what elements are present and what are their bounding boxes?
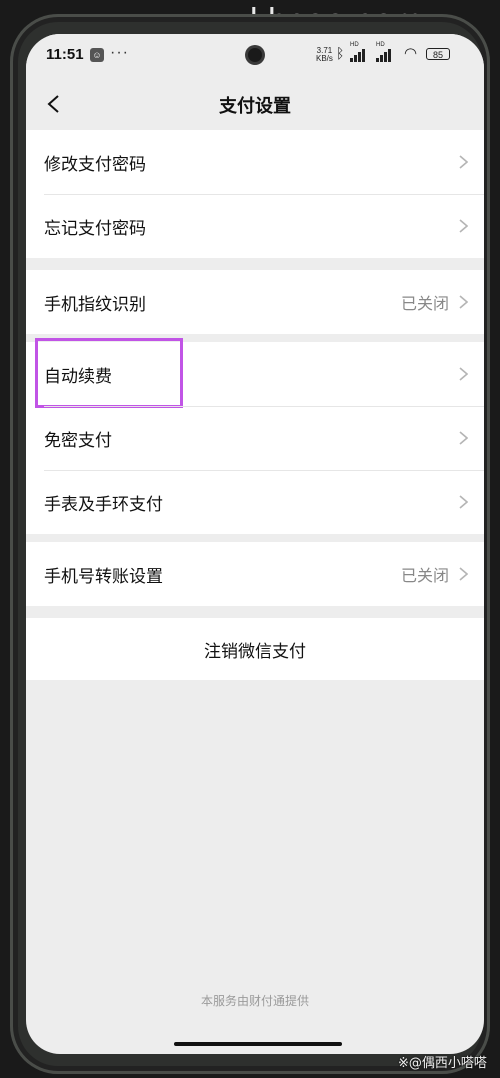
phone-screen: 11:51 ☺ ··· 3.71 KB/s ᛒ HD HD ◠ 85 支付设置 … (26, 34, 484, 1054)
navigation-bar: 支付设置 (26, 78, 484, 130)
settings-item-label: 手机号转账设置 (44, 566, 163, 587)
settings-item-forgot-password[interactable]: 忘记支付密码 (26, 194, 484, 258)
settings-group-transfer: 手机号转账设置 已关闭 (26, 542, 484, 606)
bluetooth-icon: ᛒ (336, 45, 345, 61)
network-speed-unit: KB/s (316, 54, 333, 63)
cancel-wechat-pay-button[interactable]: 注销微信支付 (26, 618, 484, 680)
settings-item-label: 自动续费 (44, 366, 112, 387)
footer-note: 本服务由财付通提供 (200, 994, 309, 1008)
chevron-right-icon (459, 431, 468, 445)
settings-item-label: 忘记支付密码 (44, 218, 146, 239)
chevron-right-icon (459, 567, 468, 581)
chevron-right-icon (459, 367, 468, 381)
settings-item-auto-renewal[interactable]: 自动续费 (26, 338, 484, 408)
home-indicator[interactable] (174, 1042, 342, 1046)
settings-group-fingerprint: 手机指纹识别 已关闭 (26, 270, 484, 334)
author-watermark: ※@偶西小嗒嗒 (398, 1056, 487, 1071)
signal-icon-1: HD (350, 42, 365, 62)
settings-item-fingerprint[interactable]: 手机指纹识别 已关闭 (26, 270, 484, 334)
signal-2-label: HD (376, 42, 385, 48)
status-bar: 11:51 ☺ ··· 3.71 KB/s ᛒ HD HD ◠ 85 (26, 34, 484, 78)
chevron-right-icon (459, 155, 468, 169)
settings-item-label: 手表及手环支付 (44, 494, 163, 515)
chevron-right-icon (459, 495, 468, 509)
settings-item-phone-transfer[interactable]: 手机号转账设置 已关闭 (26, 542, 484, 606)
settings-item-status: 已关闭 (400, 294, 449, 313)
more-notifications-icon: ··· (110, 44, 129, 61)
settings-group-payments: 自动续费 免密支付 手表及手环支付 (26, 338, 484, 534)
wifi-icon: ◠ (404, 45, 418, 62)
settings-item-password-free-payment[interactable]: 免密支付 (26, 406, 484, 470)
settings-item-status: 已关闭 (400, 566, 449, 585)
signal-icon-2: HD (376, 42, 391, 62)
notification-app-icon: ☺ (90, 48, 104, 62)
chevron-right-icon (459, 219, 468, 233)
settings-item-label: 手机指纹识别 (44, 294, 146, 315)
front-camera (248, 48, 262, 62)
settings-item-watch-band-payment[interactable]: 手表及手环支付 (26, 470, 484, 534)
signal-1-label: HD (350, 42, 359, 48)
chevron-right-icon (459, 295, 468, 309)
settings-item-label: 免密支付 (44, 430, 112, 451)
battery-icon: 85 (426, 48, 450, 60)
settings-group-password: 修改支付密码 忘记支付密码 (26, 130, 484, 258)
settings-item-change-password[interactable]: 修改支付密码 (26, 130, 484, 194)
network-speed: 3.71 KB/s (316, 47, 333, 63)
cancel-wechat-pay-label: 注销微信支付 (204, 641, 306, 662)
status-time: 11:51 (46, 46, 84, 63)
page-title: 支付设置 (219, 96, 291, 117)
settings-item-label: 修改支付密码 (44, 154, 146, 175)
